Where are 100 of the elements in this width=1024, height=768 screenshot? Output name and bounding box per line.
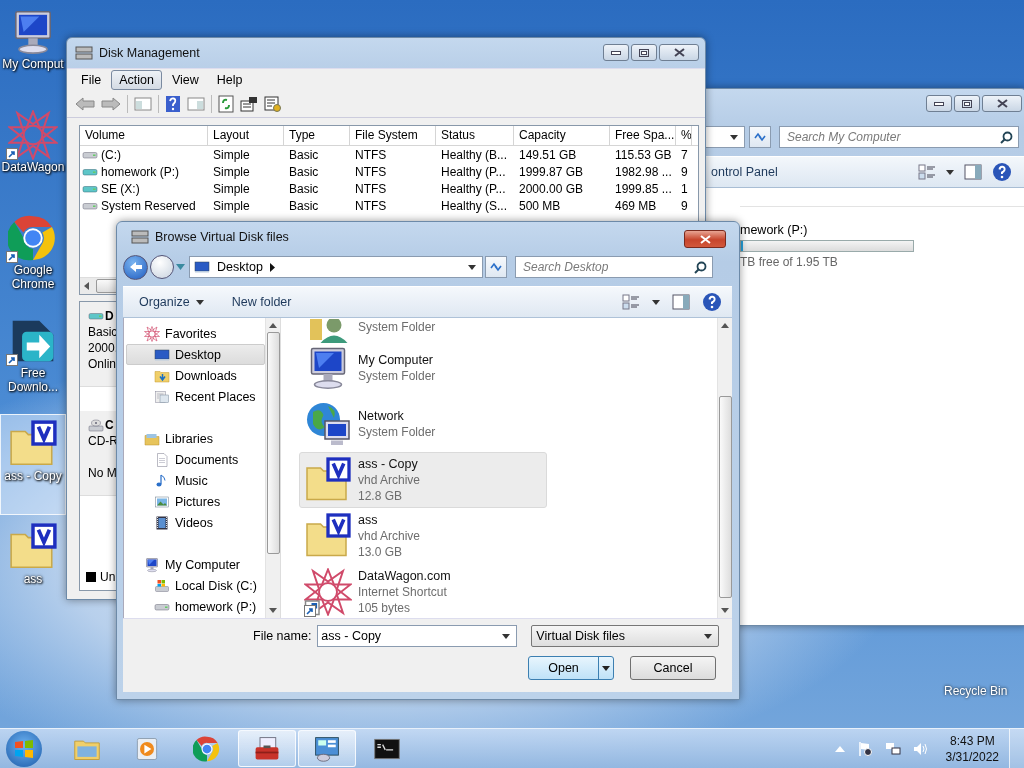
close-button[interactable] [684, 230, 726, 248]
scroll-up-arrow-icon[interactable] [721, 323, 729, 328]
network-icon[interactable] [884, 740, 901, 757]
toolbar-button[interactable]: Organize [133, 291, 210, 313]
taskbar-button[interactable] [298, 730, 356, 767]
nav-item[interactable]: Pictures [126, 491, 265, 512]
toolbar-link[interactable]: ontrol Panel [705, 161, 784, 183]
scroll-up-arrow-icon[interactable] [269, 323, 277, 328]
browser-entry[interactable]: My Computer System Folder [299, 340, 547, 396]
dropdown-caret-icon[interactable] [602, 665, 610, 671]
preview-pane-icon[interactable] [672, 294, 690, 310]
help-icon[interactable] [165, 95, 181, 113]
file-detail: vhd Archive [358, 472, 421, 488]
clock[interactable]: 8:43 PM 3/31/2022 [945, 732, 999, 765]
nav-item[interactable]: homework (P:) [126, 596, 265, 617]
maximize-button[interactable] [631, 44, 657, 61]
refresh-button[interactable] [749, 126, 771, 148]
toolbar-button[interactable]: New folder [225, 291, 298, 313]
column-header[interactable]: Volume [80, 126, 208, 145]
flag-icon[interactable] [856, 740, 873, 757]
view-options-icon[interactable] [622, 294, 640, 310]
nav-item[interactable]: Libraries [126, 428, 265, 449]
desktop-shortcut[interactable]: Free Downlo... [0, 311, 66, 412]
nav-item[interactable]: Music [126, 470, 265, 491]
desktop-shortcut[interactable]: My Comput [0, 2, 66, 103]
menu-item[interactable]: File [73, 70, 110, 90]
view-options-icon[interactable] [918, 164, 936, 180]
close-button[interactable] [659, 44, 699, 61]
address-bar[interactable] [705, 126, 745, 148]
help-icon[interactable] [702, 292, 722, 312]
maximize-button[interactable] [954, 95, 980, 112]
forward-button[interactable] [150, 255, 174, 279]
start-button[interactable] [6, 730, 42, 767]
taskbar-button[interactable] [238, 730, 296, 767]
scroll-down-arrow-icon[interactable] [269, 608, 277, 613]
settings-icon[interactable] [264, 96, 282, 112]
network-globe-icon [304, 400, 352, 448]
browser-entry[interactable]: ass vhd Archive 13.0 GB [299, 508, 547, 564]
table-cell-text: Healthy (P... [440, 164, 507, 179]
nav-item[interactable]: Documents [126, 449, 265, 470]
minimize-button[interactable] [926, 95, 952, 112]
column-header[interactable]: Free Spa... [610, 126, 676, 145]
recent-places-icon [154, 388, 170, 405]
search-field[interactable]: Search Desktop [515, 256, 713, 278]
column-header[interactable]: Capacity [514, 126, 610, 145]
properties-icon[interactable] [240, 96, 258, 112]
vertical-scrollbar[interactable] [265, 318, 280, 618]
table-cell-text: Simple [212, 147, 251, 162]
file-detail: System Folder [358, 368, 436, 384]
desktop-shortcut[interactable]: DataWagon [0, 105, 66, 206]
close-button[interactable] [982, 95, 1022, 112]
desktop-icon-label: My Comput [1, 57, 65, 71]
file-type-dropdown[interactable]: Virtual Disk files [531, 625, 720, 647]
nav-item[interactable]: Recent Places [126, 386, 265, 407]
address-bar[interactable]: Desktop [189, 256, 483, 278]
menu-item[interactable]: Action [111, 70, 162, 90]
nav-item[interactable]: Downloads [126, 365, 265, 386]
column-header[interactable]: Status [436, 126, 514, 145]
column-header[interactable]: File System [350, 126, 436, 145]
open-split-button[interactable]: Open [528, 656, 614, 680]
browser-entry[interactable]: ass - Copy vhd Archive 12.8 GB [299, 452, 547, 508]
desktop-icon-label: ass [22, 572, 44, 586]
nav-item[interactable]: Videos [126, 512, 265, 533]
control-panel-icon [313, 734, 341, 763]
search-icon [1000, 130, 1013, 144]
nav-item[interactable]: Favorites [126, 323, 265, 344]
file-name-field[interactable]: ass - Copy [317, 625, 518, 647]
scroll-left-arrow-icon[interactable] [84, 282, 90, 290]
refresh-icon[interactable] [218, 95, 234, 113]
menu-item[interactable]: View [163, 70, 207, 90]
nav-item[interactable]: Desktop [126, 344, 265, 365]
forward-arrow-icon[interactable] [101, 96, 121, 112]
cancel-button[interactable]: Cancel [630, 656, 716, 680]
table-cell-text: NTFS [354, 147, 388, 162]
desktop-shortcut[interactable]: Google Chrome [0, 208, 66, 309]
browser-entry[interactable]: DataWagon.com Internet Shortcut 105 bytes [299, 564, 547, 618]
disk-management-icon [131, 229, 149, 245]
nav-item[interactable]: Local Disk (C:) [126, 575, 265, 596]
back-button[interactable] [123, 254, 148, 280]
column-header[interactable]: Layout [208, 126, 284, 145]
scroll-thumb[interactable] [266, 332, 280, 554]
table-cell-text: 1999.85 ... [614, 181, 673, 196]
minimize-button[interactable] [603, 44, 629, 61]
scroll-down-arrow-icon[interactable] [721, 608, 729, 613]
desktop-icon-label: DataWagon [1, 160, 65, 174]
column-header[interactable]: % [676, 126, 692, 145]
menu-item[interactable]: Help [208, 70, 251, 90]
vertical-scrollbar[interactable] [717, 318, 732, 618]
refresh-icon [753, 131, 767, 143]
column-header[interactable]: Type [284, 126, 350, 145]
browser-entry[interactable]: System Folder [299, 318, 547, 340]
browser-entry[interactable]: Network System Folder [299, 396, 547, 452]
history-caret-icon[interactable] [176, 264, 185, 270]
preview-pane-icon[interactable] [964, 164, 982, 180]
help-icon[interactable] [992, 162, 1012, 182]
refresh-button[interactable] [485, 256, 507, 278]
nav-item[interactable]: My Computer [126, 554, 265, 575]
back-arrow-icon[interactable] [75, 96, 95, 112]
search-field[interactable]: Search My Computer [779, 126, 1019, 148]
scroll-thumb[interactable] [718, 396, 732, 598]
